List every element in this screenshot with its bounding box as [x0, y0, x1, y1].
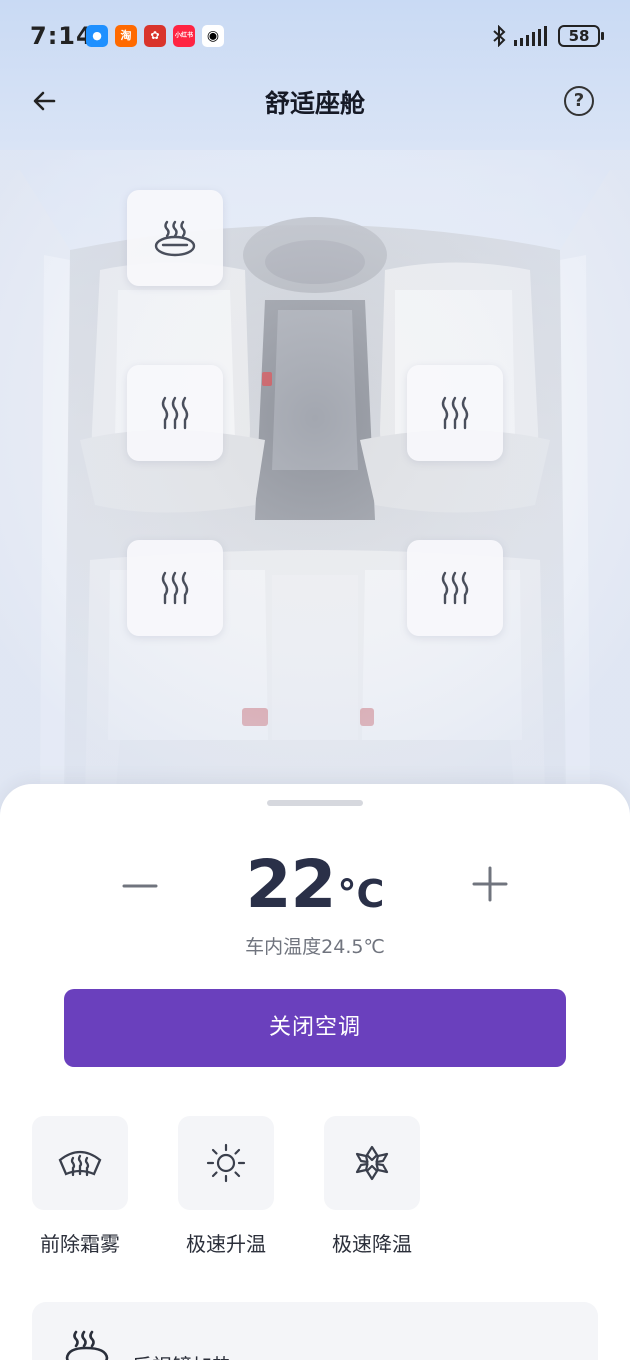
sun-icon	[206, 1143, 246, 1183]
temperature-increase-button[interactable]	[468, 862, 512, 906]
mirror-heating-label: 后视镜加热	[132, 1350, 232, 1360]
heat-waves-icon	[441, 396, 469, 430]
mirror-heating-toggle[interactable]: 后视镜加热	[32, 1302, 598, 1360]
heat-waves-icon	[161, 396, 189, 430]
page-header: 舒适座舱 ?	[0, 72, 630, 128]
set-temperature: 22°C	[0, 846, 630, 923]
mirror-heat-icon	[65, 1330, 109, 1360]
sheet-drag-handle[interactable]	[267, 800, 363, 806]
quick-action-tile[interactable]	[324, 1116, 420, 1210]
quick-action-front-defrost[interactable]: 前除霜雾	[32, 1116, 128, 1257]
heat-waves-icon	[161, 571, 189, 605]
front-right-seat-heat-button[interactable]	[407, 365, 503, 461]
turn-off-ac-button[interactable]: 关闭空调	[64, 989, 566, 1067]
temperature-unit: °C	[337, 872, 385, 916]
quick-action-tile[interactable]	[32, 1116, 128, 1210]
battery-indicator: 58	[558, 25, 604, 47]
bluetooth-icon	[493, 25, 506, 47]
climate-control-sheet: 22°C 车内温度24.5℃ 关闭空调 前除霜雾 极速升温 极速降温	[0, 784, 630, 1360]
heat-waves-icon	[441, 571, 469, 605]
taobao-app-icon: 淘	[115, 25, 137, 47]
signal-icon	[514, 26, 547, 46]
help-icon[interactable]: ?	[564, 86, 594, 116]
status-bar: 7:14 ● 淘 ✿ 小红书 ◉ 58	[0, 0, 630, 72]
quick-action-label: 极速升温	[186, 1232, 266, 1256]
status-right: 58	[492, 22, 604, 50]
steering-wheel-heat-icon	[154, 220, 196, 257]
car-interior-illustration	[0, 150, 630, 820]
steering-wheel-heat-button[interactable]	[127, 190, 223, 286]
inside-temperature: 车内温度24.5℃	[245, 936, 385, 958]
quick-action-tile[interactable]	[178, 1116, 274, 1210]
front-defrost-icon	[58, 1150, 102, 1177]
status-time: 7:14	[30, 22, 94, 50]
front-left-seat-heat-button[interactable]	[127, 365, 223, 461]
page-title: 舒适座舱	[264, 89, 365, 118]
xiaohongshu-app-icon: 小红书	[173, 25, 195, 47]
quick-action-label: 极速降温	[332, 1232, 412, 1256]
qq-app-icon: ◉	[202, 25, 224, 47]
temperature-value: 22	[245, 846, 337, 923]
quick-action-fast-heat[interactable]: 极速升温	[178, 1116, 274, 1257]
app-icon-red: ✿	[144, 25, 166, 47]
snowflake-icon	[355, 1145, 389, 1181]
messages-app-icon: ●	[86, 25, 108, 47]
rear-right-seat-heat-button[interactable]	[407, 540, 503, 636]
quick-action-fast-cool[interactable]: 极速降温	[324, 1116, 420, 1257]
rear-left-seat-heat-button[interactable]	[127, 540, 223, 636]
quick-action-label: 前除霜雾	[40, 1232, 120, 1256]
